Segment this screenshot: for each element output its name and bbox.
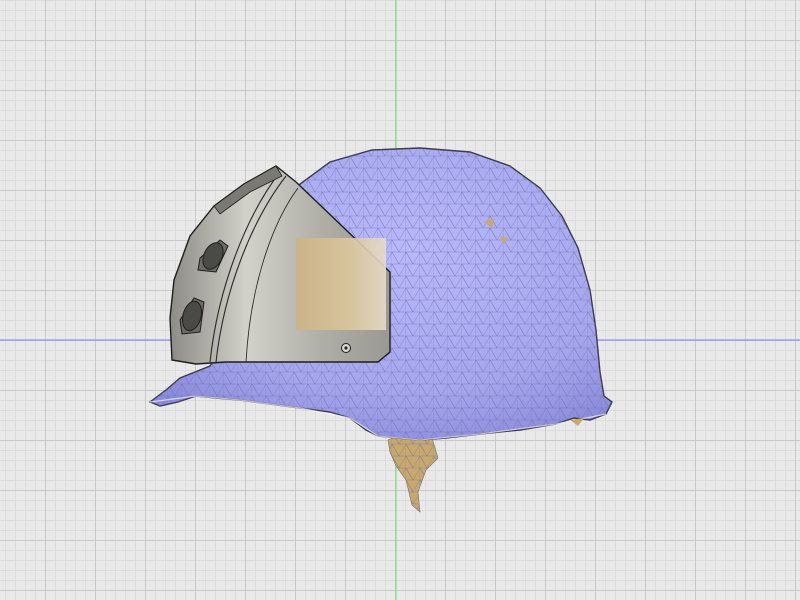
- helmet-model[interactable]: [148, 147, 613, 513]
- scene-svg: [0, 0, 800, 600]
- 3d-viewport-canvas[interactable]: [0, 0, 800, 600]
- visor-lens-panel: [296, 238, 386, 330]
